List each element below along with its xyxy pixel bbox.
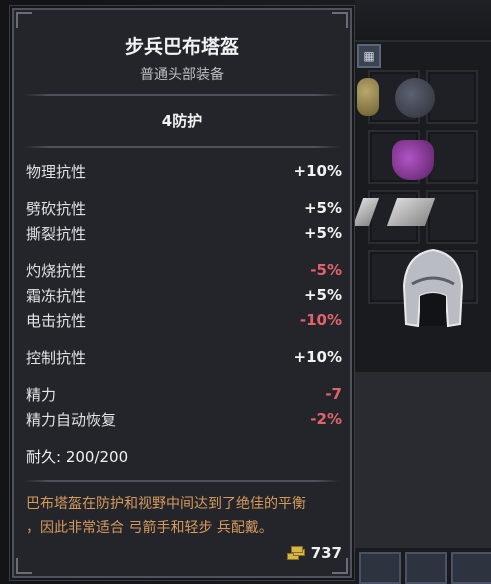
inventory-header bbox=[355, 0, 491, 42]
stat-label: 物理抗性 bbox=[26, 162, 87, 181]
armor-value: 4防护 bbox=[161, 112, 203, 130]
item-tooltip: 步兵巴布塔盔 普通头部装备 4防护 物理抗性 +10% 劈砍抗性 +5% 撕裂抗… bbox=[12, 8, 352, 578]
stat-value: +5% bbox=[303, 199, 342, 217]
stat-label: 控制抗性 bbox=[26, 348, 87, 367]
stat-label: 精力 bbox=[26, 385, 57, 404]
bottom-background-panel bbox=[355, 372, 491, 548]
hotbar-button[interactable] bbox=[405, 552, 447, 584]
stat-row: 灼烧抗性 -5% bbox=[26, 259, 342, 281]
stat-row: 撕裂抗性 +5% bbox=[26, 222, 342, 244]
stat-row: 精力自动恢复 -2% bbox=[26, 408, 342, 430]
stat-row: 物理抗性 +10% bbox=[26, 160, 342, 182]
durability-text: 耐久: 200/200 bbox=[26, 448, 129, 466]
stat-row: 精力 -7 bbox=[26, 383, 342, 405]
stat-label: 电击抗性 bbox=[26, 311, 87, 330]
stat-value: -5% bbox=[310, 261, 342, 279]
frame-corner bbox=[16, 12, 32, 28]
pouch-icon[interactable] bbox=[395, 78, 435, 118]
stat-row: 控制抗性 +10% bbox=[26, 346, 342, 368]
item-name: 步兵巴布塔盔 bbox=[124, 36, 239, 58]
stat-row: 霜冻抗性 +5% bbox=[26, 284, 342, 306]
stat-value: +5% bbox=[303, 224, 342, 242]
stat-label: 精力自动恢复 bbox=[26, 410, 117, 429]
stat-label: 撕裂抗性 bbox=[26, 224, 87, 243]
grid-view-icon[interactable]: ▦ bbox=[357, 44, 381, 68]
stat-label: 灼烧抗性 bbox=[26, 261, 87, 280]
purple-potion-icon[interactable] bbox=[392, 140, 434, 180]
gold-coins-icon bbox=[286, 546, 305, 560]
hotbar-button[interactable] bbox=[451, 552, 491, 584]
stat-row: 电击抗性 -10% bbox=[26, 309, 342, 331]
stat-value: +10% bbox=[293, 348, 342, 366]
frame-corner bbox=[16, 558, 32, 574]
item-description: 巴布塔盔在防护和视野中间达到了绝佳的平衡 ，因此非常适合 弓箭手和轻步 兵配戴。 bbox=[26, 492, 342, 540]
divider bbox=[24, 146, 340, 148]
stat-value: +5% bbox=[303, 286, 342, 304]
hotbar-button[interactable] bbox=[359, 552, 401, 584]
divider bbox=[24, 94, 340, 96]
stat-label: 霜冻抗性 bbox=[26, 286, 87, 305]
description-line: 巴布塔盔在防护和视野中间达到了绝佳的平衡 bbox=[26, 496, 306, 512]
helmet-icon[interactable] bbox=[398, 246, 468, 332]
frame-corner bbox=[332, 12, 348, 28]
stat-value: +10% bbox=[293, 162, 342, 180]
item-type: 普通头部装备 bbox=[140, 67, 224, 83]
stat-value: -7 bbox=[325, 385, 342, 403]
hotbar bbox=[355, 552, 491, 584]
stat-row: 劈砍抗性 +5% bbox=[26, 197, 342, 219]
yellow-potion-icon[interactable] bbox=[357, 78, 379, 116]
stat-value: -2% bbox=[310, 410, 342, 428]
price-value: 737 bbox=[310, 544, 342, 562]
description-line: ，因此非常适合 弓箭手和轻步 兵配戴。 bbox=[26, 520, 273, 536]
divider bbox=[24, 480, 340, 482]
stat-label: 劈砍抗性 bbox=[26, 199, 87, 218]
stat-value: -10% bbox=[299, 311, 342, 329]
item-price: 737 bbox=[286, 544, 342, 562]
